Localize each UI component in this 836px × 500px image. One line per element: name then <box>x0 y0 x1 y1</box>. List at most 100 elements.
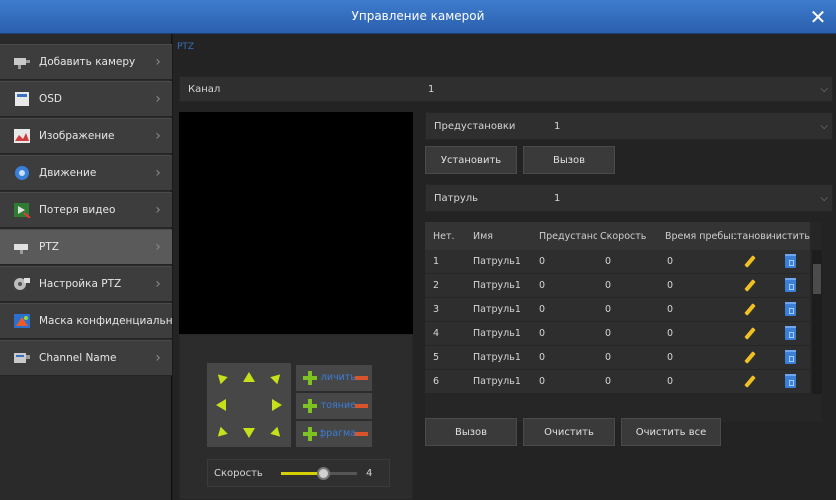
delete-icon[interactable] <box>785 374 796 388</box>
focus-plus-button[interactable] <box>301 397 319 415</box>
channel-select[interactable]: Канал 1 ⌵ <box>179 76 833 102</box>
pan-down-right-button[interactable] <box>263 419 291 447</box>
speed-slider-knob[interactable] <box>317 467 330 480</box>
preset-value: 1 <box>554 120 561 132</box>
call-patrol-button[interactable]: Вызов <box>425 418 517 446</box>
edit-icon[interactable] <box>743 351 757 365</box>
chevron-down-icon: ⌵ <box>820 120 828 132</box>
delete-icon[interactable] <box>785 302 796 316</box>
sidebar-item-privacy-mask[interactable]: Маска конфиденциальности <box>0 303 172 339</box>
sidebar-item-ptz-setup[interactable]: Настройка PTZ › <box>0 266 172 302</box>
pan-down-button[interactable] <box>235 419 263 447</box>
sidebar-item-video-loss[interactable]: Потеря видео › <box>0 192 172 228</box>
sidebar-item-add-camera[interactable]: Добавить камеру › <box>0 44 172 80</box>
table-header: Нет. Имя Предустано Скорость Время пребы… <box>425 222 810 250</box>
row-number: 1 <box>433 256 440 267</box>
table-row[interactable]: 6 Патруль1 0 0 0 <box>425 370 810 394</box>
chevron-right-icon: › <box>155 165 161 181</box>
edit-icon[interactable] <box>743 255 757 269</box>
row-speed: 0 <box>605 280 612 291</box>
sidebar-item-image[interactable]: Изображение › <box>0 118 172 154</box>
pan-up-button[interactable] <box>235 363 263 391</box>
title-bar: Управление камерой ✕ <box>0 0 836 34</box>
iris-minus-button[interactable] <box>355 432 368 436</box>
chevron-right-icon: › <box>155 239 161 255</box>
edit-icon[interactable] <box>743 279 757 293</box>
sidebar-item-label: Потеря видео <box>39 204 116 216</box>
scrollbar-thumb[interactable] <box>813 264 821 294</box>
privacy-mask-icon <box>12 313 32 329</box>
arrow-right-icon <box>272 399 282 411</box>
channel-label: Канал <box>188 83 221 95</box>
patrol-table: Нет. Имя Предустано Скорость Время пребы… <box>425 222 822 422</box>
row-name: Патруль1 <box>473 256 521 267</box>
delete-icon[interactable] <box>785 278 796 292</box>
zoom-out-button[interactable] <box>355 376 368 380</box>
iris-label: Диафрагма <box>320 428 356 439</box>
pan-up-left-button[interactable] <box>207 363 235 391</box>
table-scrollbar[interactable] <box>812 250 822 394</box>
table-row[interactable]: 4 Патруль1 0 0 0 <box>425 322 810 346</box>
patrol-label: Патруль <box>434 192 479 204</box>
chevron-right-icon: › <box>155 54 161 70</box>
channel-name-icon <box>12 350 32 366</box>
row-number: 3 <box>433 304 440 315</box>
row-dwell-time: 0 <box>667 328 674 339</box>
preset-select[interactable]: Предустановки 1 ⌵ <box>425 112 833 140</box>
pan-right-button[interactable] <box>263 391 291 419</box>
iris-control: Диафрагма <box>296 421 372 447</box>
sidebar-item-label: Настройка PTZ <box>39 278 122 290</box>
ptz-setup-icon <box>12 276 32 292</box>
image-icon <box>12 128 32 144</box>
column-header: Имя <box>473 230 493 242</box>
pan-left-button[interactable] <box>207 391 235 419</box>
ptz-control-panel: Увеличить Фокусное расстояние Диафрагма … <box>179 334 413 500</box>
zoom-in-button[interactable] <box>301 369 319 387</box>
column-header: Установи <box>734 230 772 242</box>
sidebar: Добавить камеру › OSD › Изображение › Дв… <box>0 34 172 500</box>
sidebar-item-motion[interactable]: Движение › <box>0 155 172 191</box>
row-preset: 0 <box>539 280 546 291</box>
row-preset: 0 <box>539 376 546 387</box>
sidebar-item-label: Маска конфиденциальности <box>39 315 172 327</box>
edit-icon[interactable] <box>743 303 757 317</box>
iris-plus-button[interactable] <box>301 425 319 443</box>
row-number: 2 <box>433 280 440 291</box>
pan-up-right-button[interactable] <box>263 363 291 391</box>
speed-label: Скорость <box>214 467 263 479</box>
table-row[interactable]: 2 Патруль1 0 0 0 <box>425 274 810 298</box>
row-preset: 0 <box>539 256 546 267</box>
column-header: Нет. <box>433 230 455 242</box>
osd-icon <box>12 91 32 107</box>
focus-minus-button[interactable] <box>355 404 368 408</box>
table-row[interactable]: 1 Патруль1 0 0 0 <box>425 250 810 274</box>
sidebar-item-label: Изображение <box>39 130 115 142</box>
set-preset-button[interactable]: Установить <box>425 146 517 174</box>
sidebar-item-osd[interactable]: OSD › <box>0 81 172 117</box>
delete-icon[interactable] <box>785 326 796 340</box>
table-row[interactable]: 5 Патруль1 0 0 0 <box>425 346 810 370</box>
clear-all-button[interactable]: Очистить все <box>621 418 721 446</box>
row-name: Патруль1 <box>473 280 521 291</box>
pan-down-left-button[interactable] <box>207 419 235 447</box>
delete-icon[interactable] <box>785 350 796 364</box>
arrow-up-left-icon <box>214 370 228 384</box>
sidebar-item-ptz[interactable]: PTZ › <box>0 229 172 265</box>
motion-icon <box>12 165 32 181</box>
close-icon[interactable]: ✕ <box>806 5 830 29</box>
delete-icon[interactable] <box>785 254 796 268</box>
clear-button[interactable]: Очистить <box>523 418 615 446</box>
edit-icon[interactable] <box>743 327 757 341</box>
zoom-label: Увеличить <box>320 372 356 383</box>
direction-pad <box>207 363 291 447</box>
row-dwell-time: 0 <box>667 352 674 363</box>
sidebar-item-label: OSD <box>39 93 63 105</box>
table-row[interactable]: 3 Патруль1 0 0 0 <box>425 298 810 322</box>
patrol-select[interactable]: Патруль 1 ⌵ <box>425 184 833 212</box>
sidebar-item-channel-name[interactable]: Channel Name › <box>0 340 172 376</box>
edit-icon[interactable] <box>743 375 757 389</box>
arrow-down-left-icon <box>214 426 228 440</box>
call-preset-button[interactable]: Вызов <box>523 146 615 174</box>
row-speed: 0 <box>605 304 612 315</box>
arrow-up-right-icon <box>270 370 284 384</box>
